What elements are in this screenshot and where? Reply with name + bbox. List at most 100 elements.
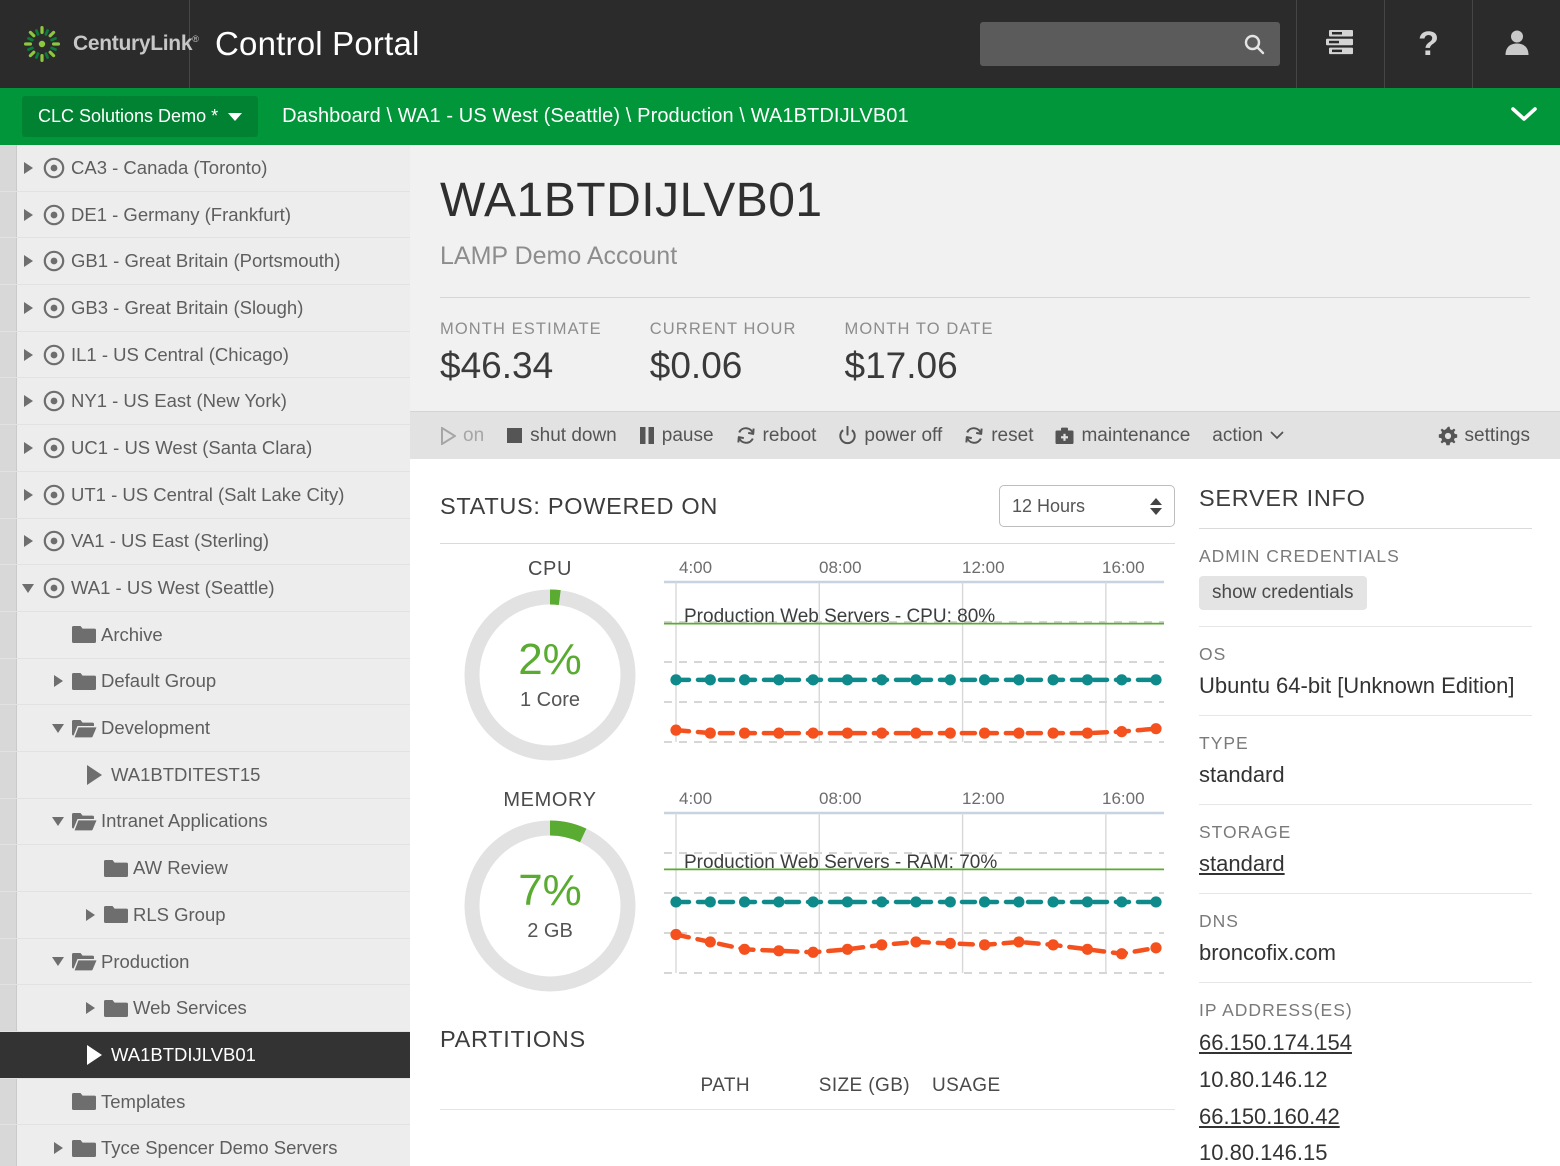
action-reset[interactable]: reset [964,425,1055,447]
folder-icon [101,859,131,878]
sidebar-item-va1-us-east-sterling[interactable]: VA1 - US East (Sterling) [0,519,410,566]
expand-caret-icon[interactable] [17,395,39,408]
sidebar-item-label: AW Review [133,857,228,879]
search-input[interactable] [980,35,1242,53]
sidebar-item-archive[interactable]: Archive [0,612,410,659]
sidebar-item-wa1-us-west-seattle[interactable]: WA1 - US West (Seattle) [0,565,410,612]
power-icon [838,426,857,445]
search-area [980,0,1296,88]
x-tick-label: 08:00 [819,558,862,578]
sidebar-item-intranet-applications[interactable]: Intranet Applications [0,799,410,846]
brand-logo[interactable]: CenturyLink® [0,0,199,88]
expand-caret-icon[interactable] [47,1142,69,1155]
collapse-caret-icon[interactable] [47,723,69,733]
sidebar-item-label: Web Services [133,997,247,1019]
sidebar-item-uc1-us-west-santa-clara[interactable]: UC1 - US West (Santa Clara) [0,425,410,472]
help-button[interactable]: ? [1384,0,1472,88]
page-body: CA3 - Canada (Toronto) DE1 - Germany (Fra… [0,145,1560,1166]
info-value: broncofix.com [1199,940,1336,966]
collapse-caret-icon[interactable] [47,957,69,967]
sidebar-item-tyce-spencer-demo-servers[interactable]: Tyce Spencer Demo Servers [0,1125,410,1166]
account-selector[interactable]: CLC Solutions Demo * [22,96,259,137]
pause-icon [639,427,655,445]
settings-button[interactable]: settings [1438,425,1530,447]
sidebar-item-ny1-us-east-new-york[interactable]: NY1 - US East (New York) [0,378,410,426]
gear-icon [1438,426,1458,446]
action-power-off[interactable]: power off [838,425,964,447]
sidebar-item-default-group[interactable]: Default Group [0,659,410,706]
collapse-caret-icon[interactable] [17,583,39,593]
search-box[interactable] [980,22,1280,66]
expand-caret-icon[interactable] [17,348,39,361]
action-maintenance[interactable]: maintenance [1055,425,1212,447]
breadcrumb[interactable]: Dashboard \ WA1 - US West (Seattle) \ Pr… [282,105,909,128]
expand-caret-icon[interactable] [17,255,39,268]
user-account-button[interactable] [1472,0,1560,88]
folder-icon [101,905,131,924]
sidebar-tree[interactable]: CA3 - Canada (Toronto) DE1 - Germany (Fra… [0,145,410,1166]
billing-item: MONTH TO DATE $17.06 [845,320,1042,387]
public-ip-link[interactable]: 66.150.160.42 [1199,1102,1532,1132]
action-pause[interactable]: pause [639,425,736,447]
sidebar-item-rls-group[interactable]: RLS Group [0,892,410,939]
sidebar-item-label: Templates [101,1090,186,1112]
action-shut-down[interactable]: shut down [506,425,639,447]
info-label: DNS [1199,911,1239,932]
action-reboot[interactable]: reboot [736,425,839,447]
server-caret-icon[interactable] [79,1044,109,1065]
sidebar-item-wa1btditest15[interactable]: WA1BTDITEST15 [0,752,410,799]
servers-menu-button[interactable] [1296,0,1384,88]
datacenter-icon [39,390,69,412]
expand-caret-icon[interactable] [17,301,39,314]
ip-address-group: 66.150.174.154 10.80.146.12 [1199,1028,1532,1094]
sidebar-item-label: Archive [101,623,163,645]
expand-caret-icon[interactable] [17,488,39,501]
action-label: pause [661,424,714,446]
expand-caret-icon[interactable] [47,675,69,688]
status-title: STATUS: POWERED ON [440,492,719,519]
sidebar-item-ca3-canada-toronto[interactable]: CA3 - Canada (Toronto) [0,145,410,192]
x-tick-label: 16:00 [1102,789,1145,809]
threshold-label: Production Web Servers - CPU: 80% [684,605,996,627]
info-block-ip-addresses: IP ADDRESS(ES) 66.150.174.154 10.80.146.12… [1199,983,1532,1166]
server-caret-icon[interactable] [79,764,109,785]
action-action[interactable]: action [1212,425,1306,447]
server-action-toolbar: on shut down pause reboot power off reset main… [410,411,1560,460]
search-icon[interactable] [1242,32,1280,56]
sidebar-item-wa1btdijlvb01[interactable]: WA1BTDIJLVB01 [0,1032,410,1079]
sidebar-item-gb1-great-britain-portsmouth[interactable]: GB1 - Great Britain (Portsmouth) [0,238,410,286]
metric-row-memory: MEMORY 7% 2 GB 4:00 08:00 12:00 16:00 Produ… [440,789,1175,992]
chart-plot[interactable]: Production Web Servers - CPU: 80% [664,580,1175,750]
time-range-select[interactable]: 12 Hours [999,485,1175,528]
sidebar-item-production[interactable]: Production [0,939,410,986]
x-tick-label: 12:00 [962,558,1005,578]
expand-caret-icon[interactable] [17,441,39,454]
action-label: shut down [530,424,617,446]
sidebar-item-ut1-us-central-salt-lake-city[interactable]: UT1 - US Central (Salt Lake City) [0,472,410,519]
sidebar-item-web-services[interactable]: Web Services [0,985,410,1033]
billing-summary: MONTH ESTIMATE $46.34 CURRENT HOUR $0.06 MON… [440,298,1530,411]
status-header: STATUS: POWERED ON 12 Hours [440,485,1175,528]
sidebar-item-aw-review[interactable]: AW Review [0,845,410,892]
server-name: WA1BTDIJLVB01 [440,174,823,227]
billing-label: MONTH ESTIMATE [440,320,602,339]
public-ip-link[interactable]: 66.150.174.154 [1199,1028,1532,1058]
billing-label: CURRENT HOUR [649,320,797,339]
sidebar-item-templates[interactable]: Templates [0,1079,410,1126]
expand-caret-icon[interactable] [17,535,39,548]
sidebar-item-de1-germany-frankfurt[interactable]: DE1 - Germany (Frankfurt) [0,192,410,239]
sidebar-item-il1-us-central-chicago[interactable]: IL1 - US Central (Chicago) [0,332,410,379]
expand-panel-button[interactable] [1510,106,1538,128]
chart-plot[interactable]: Production Web Servers - RAM: 70% [664,811,1175,981]
expand-caret-icon[interactable] [17,161,39,174]
expand-caret-icon[interactable] [79,1002,101,1015]
collapse-caret-icon[interactable] [47,816,69,826]
sidebar-item-development[interactable]: Development [0,705,410,752]
show-credentials-button[interactable]: show credentials [1199,576,1367,611]
sidebar-item-gb3-great-britain-slough[interactable]: GB3 - Great Britain (Slough) [0,285,410,332]
expand-caret-icon[interactable] [17,208,39,221]
expand-caret-icon[interactable] [79,908,101,921]
account-breadcrumb-bar: CLC Solutions Demo * Dashboard \ WA1 - U… [0,88,1560,145]
info-value-link[interactable]: standard [1199,851,1532,877]
status-column: STATUS: POWERED ON 12 Hours CPU 2% 1 Cor… [410,459,1175,1166]
